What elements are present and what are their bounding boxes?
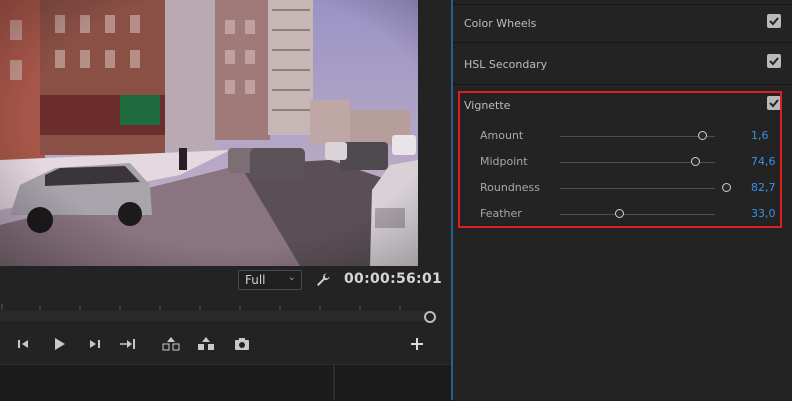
- hsl-secondary-checkbox[interactable]: [767, 54, 781, 68]
- chevron-down-icon: ⌄: [287, 272, 296, 283]
- time-ruler[interactable]: [0, 298, 436, 324]
- zoom-level-value: Full: [245, 273, 266, 287]
- section-color-wheels[interactable]: Color Wheels: [453, 5, 792, 43]
- bottom-divider: [333, 364, 335, 400]
- section-title-hsl-secondary: HSL Secondary: [464, 58, 548, 71]
- step-forward-icon[interactable]: [85, 336, 103, 352]
- video-frame-image: [0, 0, 418, 266]
- camera-icon[interactable]: [233, 336, 251, 352]
- extract-icon[interactable]: [197, 336, 215, 352]
- ruler-ticks: [1, 304, 401, 310]
- step-back-icon[interactable]: [15, 336, 33, 352]
- play-icon[interactable]: [50, 336, 68, 352]
- ruler-track: [0, 311, 428, 321]
- vignette-highlight-box: [458, 91, 782, 228]
- section-hsl-secondary[interactable]: HSL Secondary: [453, 43, 792, 85]
- playhead-handle[interactable]: [424, 311, 436, 323]
- playhead-timecode[interactable]: 00:00:56:01: [344, 271, 442, 287]
- transport-controls: [0, 332, 451, 356]
- add-icon[interactable]: [408, 336, 426, 352]
- color-wheels-checkbox[interactable]: [767, 14, 781, 28]
- wrench-icon[interactable]: [315, 272, 331, 288]
- go-to-out-icon[interactable]: [119, 336, 137, 352]
- bottom-panel-strip: [0, 364, 451, 401]
- section-title-color-wheels: Color Wheels: [464, 17, 537, 30]
- program-monitor: Full ⌄ 00:00:56:01: [0, 0, 451, 401]
- video-preview[interactable]: [0, 0, 418, 266]
- zoom-level-dropdown[interactable]: Full ⌄: [238, 270, 302, 290]
- monitor-controls-bar: Full ⌄ 00:00:56:01: [0, 266, 451, 300]
- lift-icon[interactable]: [162, 336, 180, 352]
